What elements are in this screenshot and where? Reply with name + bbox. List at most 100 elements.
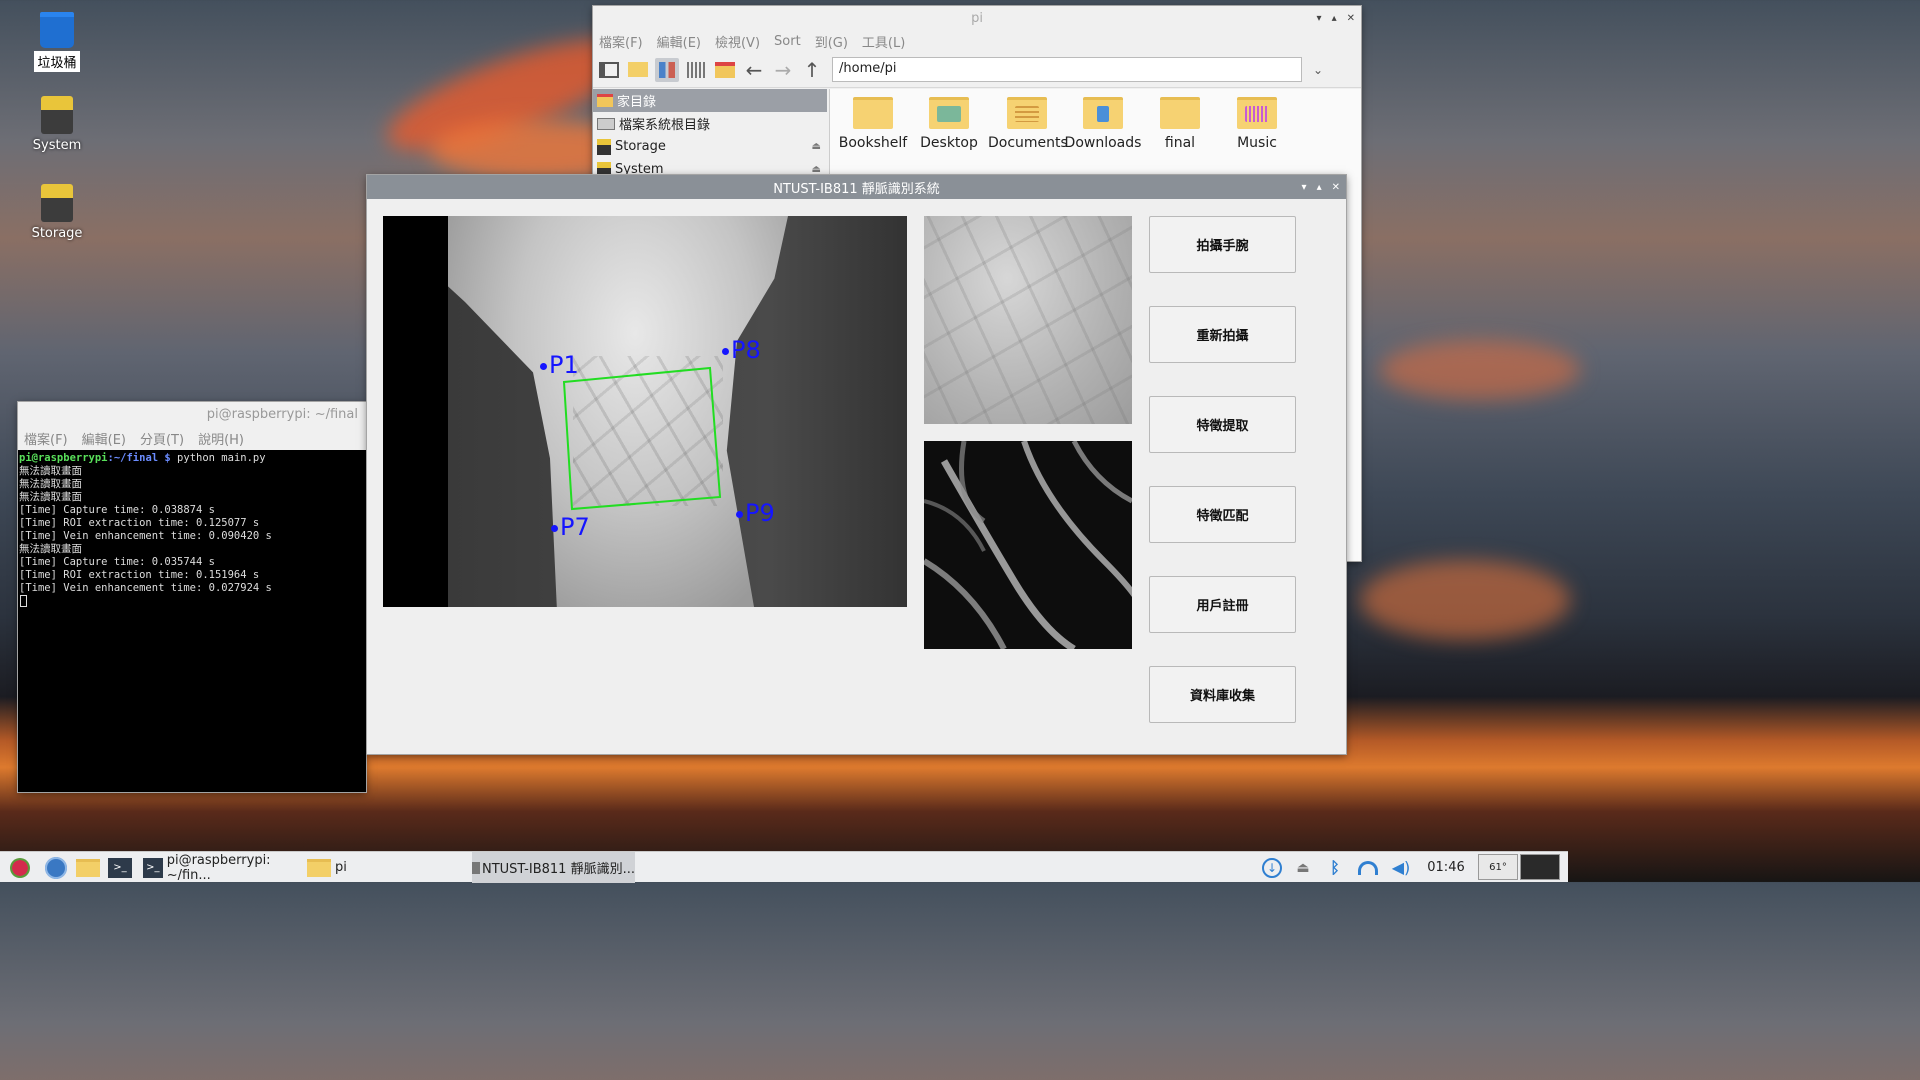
sidebar-item-root[interactable]: 檔案系統根目錄 bbox=[593, 112, 827, 135]
window-titlebar[interactable]: pi@raspberrypi: ~/final bbox=[18, 402, 366, 426]
sidebar-item-label: 檔案系統根目錄 bbox=[619, 118, 711, 133]
chevron-down-icon[interactable]: ⌄ bbox=[1313, 63, 1323, 77]
menu-help[interactable]: 說明(H) bbox=[198, 429, 244, 448]
terminal-icon: >_ bbox=[143, 857, 163, 878]
arrow-left-icon: ← bbox=[745, 57, 763, 82]
file-item-label: Downloads bbox=[1064, 135, 1142, 151]
sidebar-item-home[interactable]: 家目錄 bbox=[593, 89, 827, 112]
home-button[interactable] bbox=[713, 58, 737, 82]
desktop-icon-label: 垃圾桶 bbox=[34, 51, 80, 72]
output-line: [Time] ROI extraction time: 0.151964 s bbox=[19, 569, 260, 581]
file-item-documents[interactable]: Documents bbox=[988, 97, 1068, 151]
menu-go[interactable]: 到(G) bbox=[815, 32, 848, 51]
file-item-label: Bookshelf bbox=[838, 135, 908, 151]
task-label: NTUST-IB811 靜脈識別... bbox=[482, 862, 635, 877]
menu-edit[interactable]: 編輯(E) bbox=[82, 429, 126, 448]
menu-sort[interactable]: Sort bbox=[774, 34, 801, 49]
menu-view[interactable]: 檢視(V) bbox=[715, 32, 760, 51]
file-item-bookshelf[interactable]: Bookshelf bbox=[834, 97, 912, 151]
eject-icon[interactable]: ⏏ bbox=[812, 141, 821, 152]
cpu-usage-monitor bbox=[1520, 854, 1560, 880]
close-icon[interactable]: ✕ bbox=[1332, 182, 1340, 193]
output-line: [Time] ROI extraction time: 0.125077 s bbox=[19, 517, 260, 529]
menu-button[interactable] bbox=[6, 852, 34, 883]
minimize-icon[interactable]: ▾ bbox=[1317, 13, 1322, 24]
task-vein-app[interactable]: NTUST-IB811 靜脈識別... bbox=[472, 852, 635, 883]
collect-database-button[interactable]: 資料庫收集 bbox=[1149, 666, 1296, 723]
sidebar: 家目錄 檔案系統根目錄 Storage ⏏ System ⏏ bbox=[593, 89, 827, 189]
browser-launcher[interactable] bbox=[42, 852, 70, 883]
file-item-label: Desktop bbox=[920, 135, 978, 151]
maximize-icon[interactable]: ▴ bbox=[1332, 13, 1337, 24]
update-indicator[interactable]: ↓ bbox=[1258, 852, 1286, 883]
back-button[interactable]: ← bbox=[742, 58, 766, 82]
prompt-path: :~/final $ bbox=[107, 452, 171, 464]
drive-icon bbox=[41, 96, 73, 134]
sky-cloud bbox=[1380, 340, 1580, 400]
desktop-icon-trash[interactable]: 垃圾桶 bbox=[17, 12, 97, 72]
menu-file[interactable]: 檔案(F) bbox=[24, 429, 68, 448]
terminal-window: pi@raspberrypi: ~/final 檔案(F) 編輯(E) 分頁(T… bbox=[18, 402, 366, 792]
sidebar-item-label: Storage bbox=[615, 139, 666, 154]
window-titlebar[interactable]: pi ▾ ▴ ✕ bbox=[593, 6, 1361, 30]
sidebar-toggle-button[interactable] bbox=[597, 58, 621, 82]
window-title: NTUST-IB811 靜脈識別系統 bbox=[773, 181, 940, 197]
terminal-launcher[interactable]: >_ bbox=[106, 852, 134, 883]
minimize-icon[interactable]: ▾ bbox=[1302, 182, 1307, 193]
task-terminal[interactable]: >_ pi@raspberrypi: ~/fin... bbox=[143, 852, 303, 883]
file-item-desktop[interactable]: Desktop bbox=[910, 97, 988, 151]
window-titlebar[interactable]: NTUST-IB811 靜脈識別系統 ▾ ▴ ✕ bbox=[367, 175, 1346, 199]
menu-tabs[interactable]: 分頁(T) bbox=[140, 429, 184, 448]
capture-wrist-button[interactable]: 拍攝手腕 bbox=[1149, 216, 1296, 273]
menu-tools[interactable]: 工具(L) bbox=[862, 32, 905, 51]
terminal-output[interactable]: pi@raspberrypi:~/final $ python main.py … bbox=[18, 450, 366, 609]
eject-icon[interactable]: ⏏ bbox=[812, 164, 821, 175]
wifi-tray[interactable] bbox=[1354, 852, 1382, 883]
cpu-temp-value: 61° bbox=[1489, 861, 1507, 873]
menu-edit[interactable]: 編輯(E) bbox=[657, 32, 701, 51]
task-file-manager[interactable]: pi bbox=[307, 852, 467, 883]
file-manager-launcher[interactable] bbox=[74, 852, 102, 883]
output-line: [Time] Vein enhancement time: 0.027924 s bbox=[19, 582, 272, 594]
folder-icon bbox=[1007, 97, 1047, 129]
desktop-icon-label: System bbox=[32, 138, 82, 153]
trash-icon bbox=[40, 12, 74, 48]
list-view-button[interactable] bbox=[684, 58, 708, 82]
point-p8: P8 bbox=[722, 338, 761, 362]
menu-file[interactable]: 檔案(F) bbox=[599, 32, 643, 51]
bluetooth-tray[interactable]: ᛒ bbox=[1322, 852, 1348, 883]
desktop-icon-storage[interactable]: Storage bbox=[17, 184, 97, 242]
file-item-final[interactable]: final bbox=[1141, 97, 1219, 151]
path-field[interactable]: /home/pi bbox=[832, 57, 1302, 82]
sidebar-item-storage[interactable]: Storage ⏏ bbox=[593, 135, 827, 158]
file-item-music[interactable]: Music bbox=[1218, 97, 1296, 151]
desktop-icon-system[interactable]: System bbox=[17, 96, 97, 154]
vein-pattern bbox=[924, 441, 1132, 649]
file-item-label: final bbox=[1164, 135, 1196, 151]
output-line: [Time] Vein enhancement time: 0.090420 s bbox=[19, 530, 272, 542]
file-item-downloads[interactable]: Downloads bbox=[1064, 97, 1142, 151]
up-button[interactable]: ↑ bbox=[800, 58, 824, 82]
clock[interactable]: 01:46 bbox=[1420, 852, 1472, 883]
icon-view-button[interactable] bbox=[655, 57, 679, 82]
forward-button[interactable]: → bbox=[771, 58, 795, 82]
close-icon[interactable]: ✕ bbox=[1347, 13, 1355, 24]
menu-bar: 檔案(F) 編輯(E) 分頁(T) 說明(H) bbox=[18, 426, 366, 450]
point-p9: P9 bbox=[736, 501, 775, 525]
download-icon: ↓ bbox=[1262, 857, 1282, 878]
roi-image bbox=[924, 216, 1132, 424]
file-item-label: Documents bbox=[988, 135, 1068, 151]
register-user-button[interactable]: 用戶註冊 bbox=[1149, 576, 1296, 633]
volume-tray[interactable]: ◀) bbox=[1387, 852, 1415, 883]
new-tab-button[interactable] bbox=[626, 58, 650, 82]
maximize-icon[interactable]: ▴ bbox=[1317, 182, 1322, 193]
home-icon bbox=[597, 94, 613, 107]
extract-feature-button[interactable]: 特徵提取 bbox=[1149, 396, 1296, 453]
match-feature-button[interactable]: 特徵匹配 bbox=[1149, 486, 1296, 543]
folder-icon bbox=[76, 858, 100, 877]
file-item-label: Music bbox=[1237, 135, 1277, 151]
eject-tray[interactable]: ⏏ bbox=[1290, 852, 1316, 883]
globe-icon bbox=[45, 856, 67, 879]
retake-button[interactable]: 重新拍攝 bbox=[1149, 306, 1296, 363]
window-title: pi bbox=[971, 10, 983, 26]
